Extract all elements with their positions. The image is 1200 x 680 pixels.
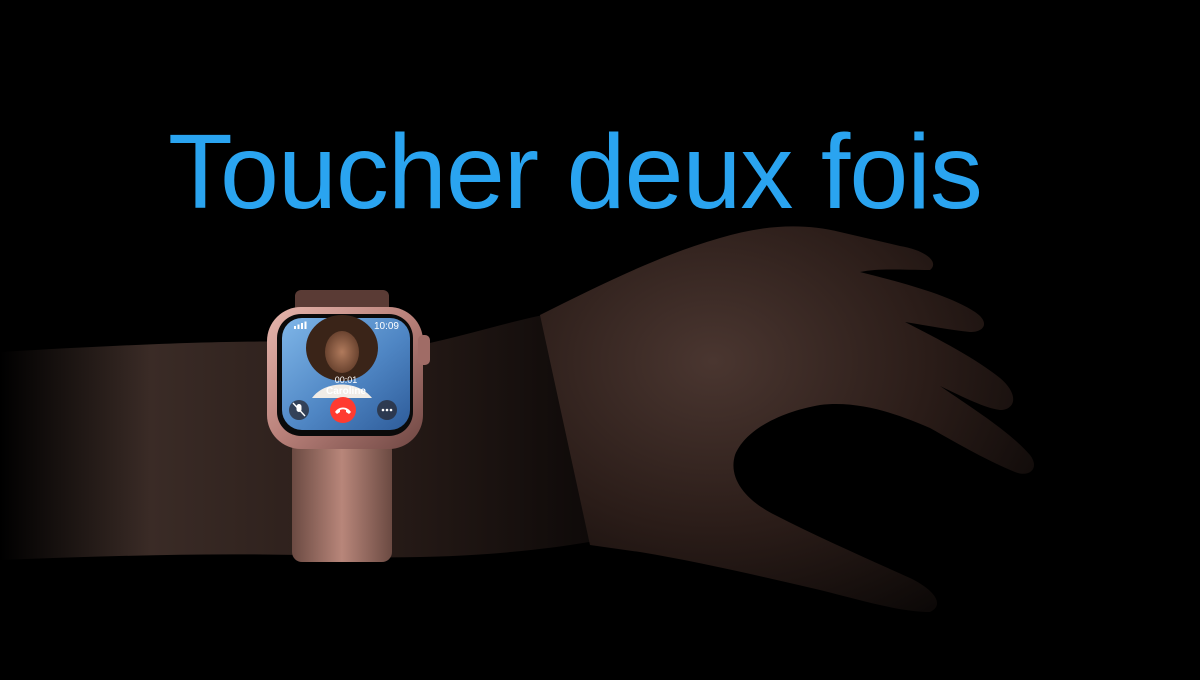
- call-duration: 00:01: [335, 375, 358, 385]
- headline: Toucher deux fois: [168, 113, 983, 231]
- mute-button[interactable]: [289, 400, 309, 420]
- watch-time: 10:09: [374, 321, 399, 332]
- more-button[interactable]: [377, 400, 397, 420]
- end-call-button[interactable]: [330, 397, 356, 423]
- hero-scene: 10:09 00:01 Caroline: [0, 0, 1200, 675]
- watch-band: [292, 440, 392, 562]
- caller-name: Caroline: [326, 386, 366, 397]
- hand-shape: [540, 226, 1035, 612]
- more-icon: [381, 408, 393, 412]
- hand-watch-illustration: 10:09 00:01 Caroline: [0, 226, 1035, 612]
